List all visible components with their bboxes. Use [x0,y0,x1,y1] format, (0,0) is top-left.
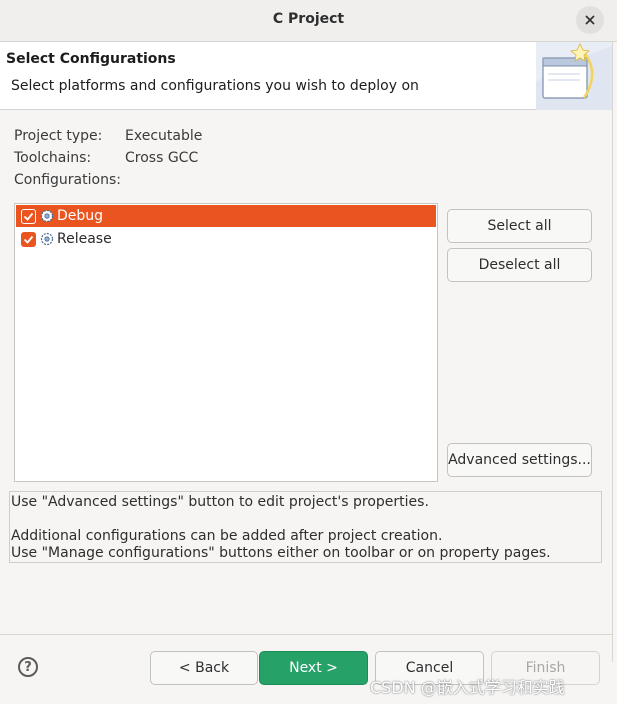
help-icon[interactable]: ? [18,657,38,677]
release-config-icon [40,232,54,246]
page-title: Select Configurations [6,51,176,67]
page-subtitle: Select platforms and configurations you … [11,78,419,94]
window-title: C Project [272,11,345,27]
footer-divider [0,634,612,635]
select-all-button[interactable]: Select all [447,209,592,243]
project-type-value: Executable [125,128,203,144]
check-icon [23,212,34,221]
help-icon-glyph: ? [24,659,32,675]
title-bar: C Project [0,0,617,42]
message-line-3: Use "Manage configurations" buttons eith… [11,545,551,561]
toolchains-value: Cross GCC [125,150,199,166]
debug-config-icon [40,209,54,223]
project-type-label: Project type: [14,128,103,144]
close-icon [585,15,595,25]
config-item-release[interactable]: Release [16,228,436,250]
close-button[interactable] [576,6,604,34]
deselect-all-button[interactable]: Deselect all [447,248,592,282]
message-area: Use "Advanced settings" button to edit p… [9,491,602,563]
advanced-settings-button[interactable]: Advanced settings... [447,443,592,477]
config-label-debug: Debug [57,208,104,224]
message-line-2: Additional configurations can be added a… [11,528,443,544]
configurations-label: Configurations: [14,172,121,188]
right-divider [612,42,613,662]
watermark-text: CSDN @嵌入式学习和实践 [370,678,565,697]
config-label-release: Release [57,231,112,247]
check-icon [23,235,34,244]
next-button[interactable]: Next > [259,651,368,685]
wizard-banner-icon [536,42,612,110]
message-line-1: Use "Advanced settings" button to edit p… [11,494,429,510]
config-item-debug[interactable]: Debug [16,205,436,227]
debug-checkbox[interactable] [21,208,36,224]
back-button[interactable]: < Back [150,651,258,685]
release-checkbox[interactable] [21,231,36,247]
wizard-header: Select Configurations Select platforms a… [0,42,612,110]
toolchains-label: Toolchains: [14,150,92,166]
configurations-list[interactable]: Debug Release [14,203,438,482]
